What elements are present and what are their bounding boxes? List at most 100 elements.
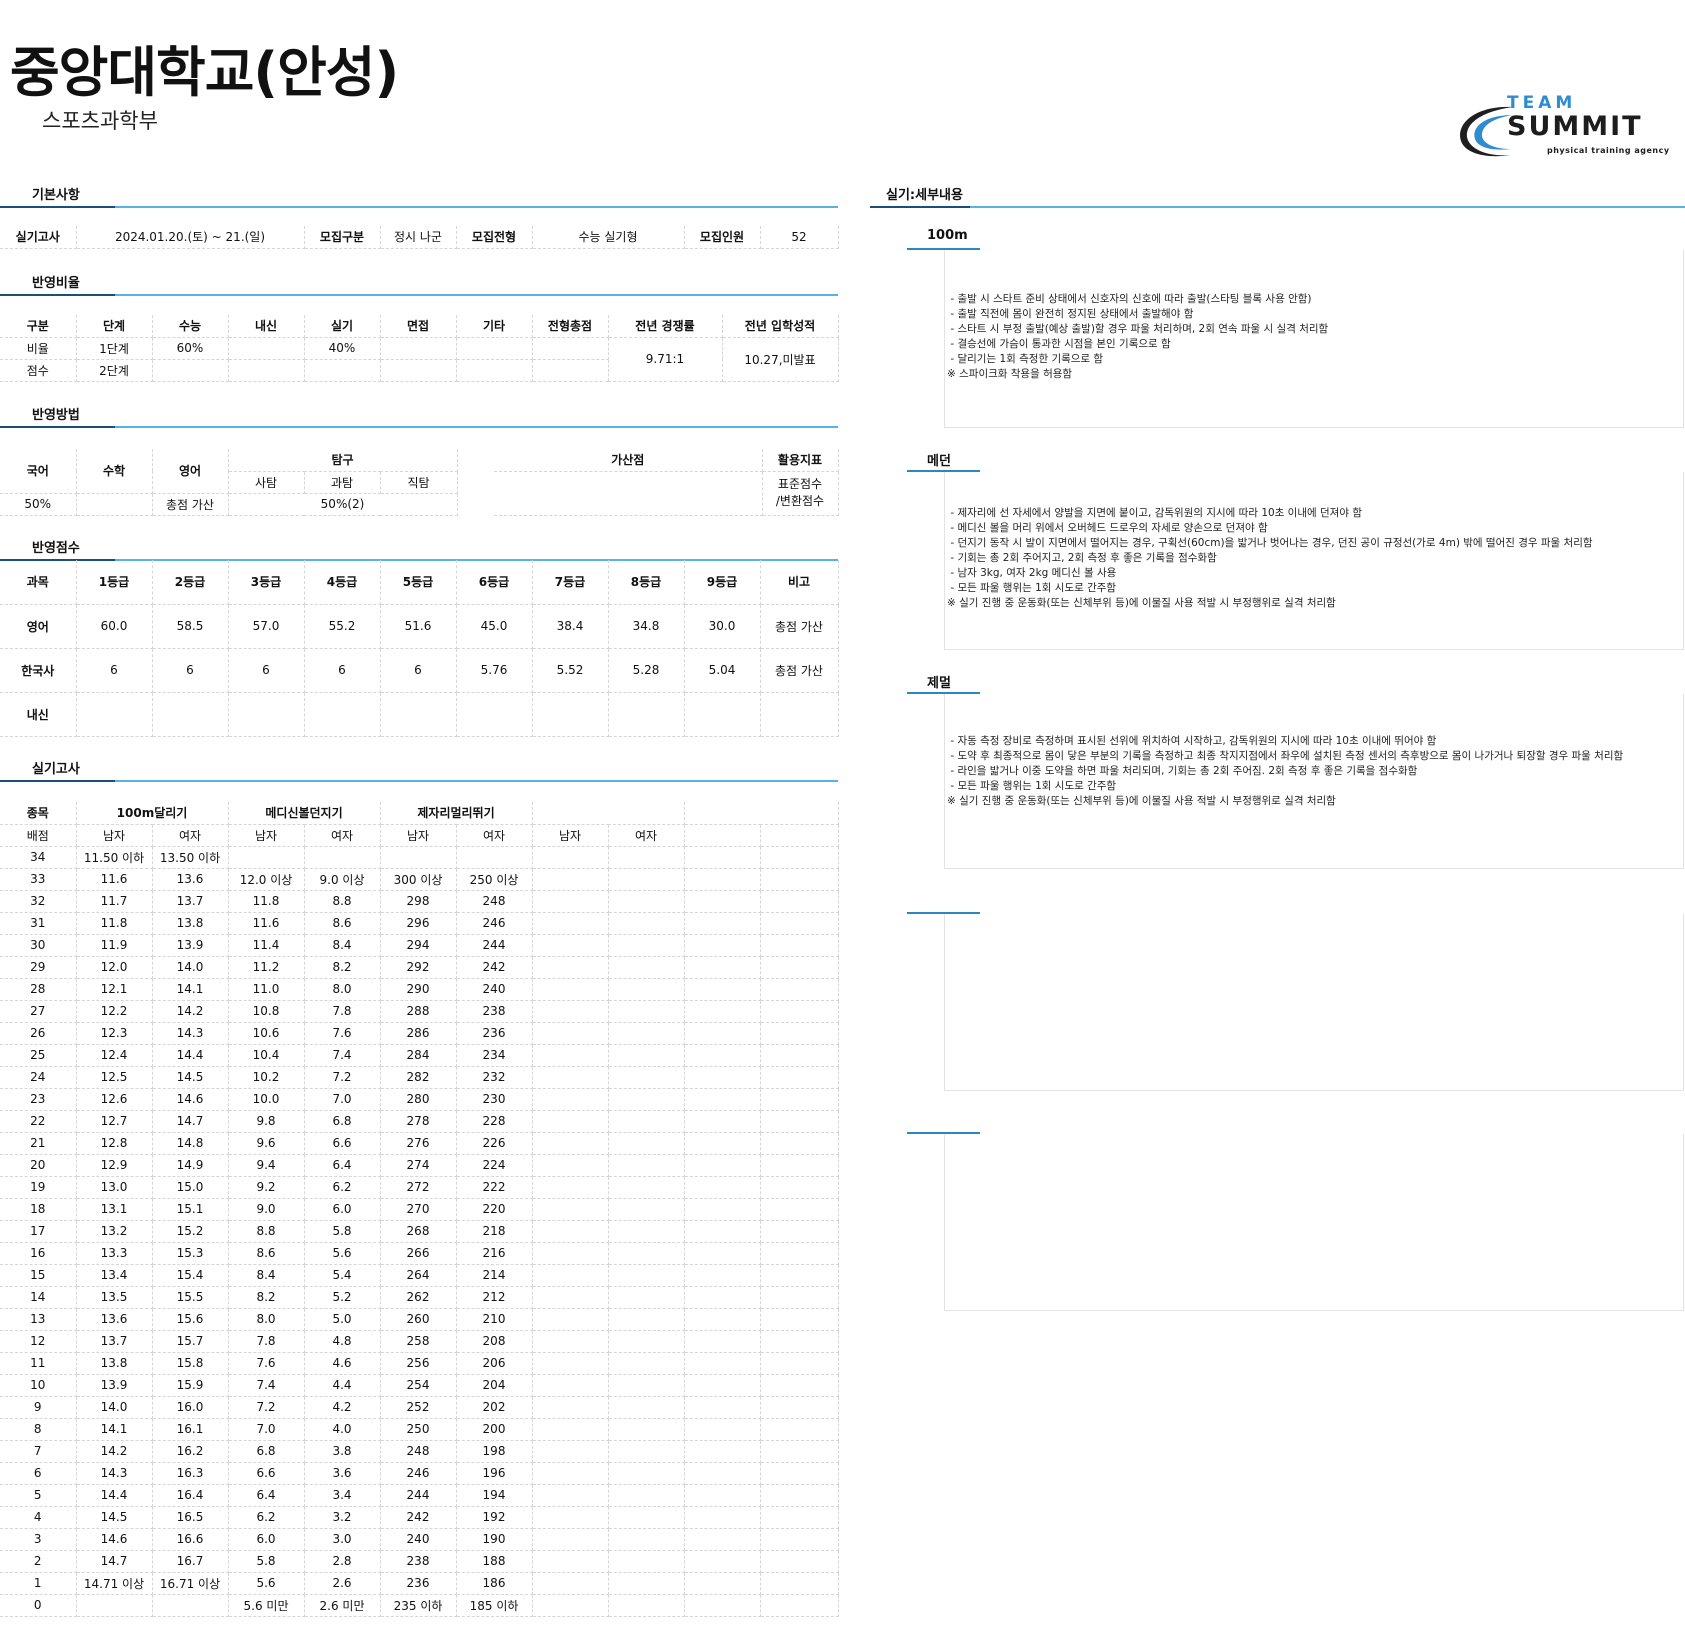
record-cell: 16.4 — [152, 1484, 229, 1507]
record-cell: 7.8 — [304, 1000, 381, 1023]
empty-cell — [684, 1176, 761, 1199]
record-cell: 13.9 — [152, 934, 229, 957]
practical-row: 22 12.7 14.7 9.8 6.8 278 228 — [0, 1110, 839, 1133]
empty-cell — [608, 1198, 685, 1221]
practical-row: 4 14.5 16.5 6.2 3.2 242 192 — [0, 1506, 839, 1529]
score-cell: 55.2 — [304, 604, 381, 649]
record-cell: 6.2 — [304, 1176, 381, 1199]
empty-cell — [760, 1044, 839, 1067]
practical-row: 29 12.0 14.0 11.2 8.2 292 242 — [0, 956, 839, 979]
points-cell: 25 — [0, 1044, 77, 1067]
record-cell: 14.1 — [76, 1418, 153, 1441]
record-cell: 278 — [380, 1110, 457, 1133]
empty-cell — [608, 1154, 685, 1177]
record-cell: 10.6 — [228, 1022, 305, 1045]
empty-cell — [608, 890, 685, 913]
exam-label: 실기고사 — [0, 226, 77, 249]
empty-cell — [684, 1000, 761, 1023]
record-cell: 8.0 — [228, 1308, 305, 1331]
record-cell: 294 — [380, 934, 457, 957]
record-cell: 14.6 — [152, 1088, 229, 1111]
empty-cell — [608, 912, 685, 935]
detail-header-medicine-ball: 메던 — [907, 446, 980, 472]
record-cell: 252 — [380, 1396, 457, 1419]
empty-cell — [684, 1220, 761, 1243]
points-cell: 29 — [0, 956, 77, 979]
score-cell — [76, 692, 153, 737]
empty-cell — [760, 1572, 839, 1595]
record-cell: 12.9 — [76, 1154, 153, 1177]
record-cell: 13.0 — [76, 1176, 153, 1199]
record-cell: 7.8 — [228, 1330, 305, 1353]
swoosh-icon — [1460, 106, 1513, 157]
empty-cell — [532, 1088, 609, 1111]
empty-cell — [684, 1528, 761, 1551]
ratio-cell — [456, 337, 533, 360]
empty-cell — [760, 1484, 839, 1507]
empty-cell — [684, 1550, 761, 1573]
points-cell: 7 — [0, 1440, 77, 1463]
empty-cell — [532, 1286, 609, 1309]
empty-cell — [608, 1044, 685, 1067]
ratio-header-cell: 기타 — [456, 315, 533, 338]
practical-row: 21 12.8 14.8 9.6 6.6 276 226 — [0, 1132, 839, 1155]
ratio-row-1: 비율 1단계 60% 40% 9.71:1 10.27,미발표 — [0, 337, 839, 382]
points-cell: 21 — [0, 1132, 77, 1155]
record-cell: 6.0 — [228, 1528, 305, 1551]
record-cell: 11.50 이하 — [76, 846, 153, 869]
record-cell: 7.2 — [304, 1066, 381, 1089]
record-cell: 8.0 — [304, 978, 381, 1001]
empty-cell — [608, 1264, 685, 1287]
empty-cell — [684, 1572, 761, 1595]
score-header-cell: 8등급 — [608, 560, 685, 605]
empty-cell — [532, 1506, 609, 1529]
record-cell: 4.4 — [304, 1374, 381, 1397]
detail-text: - 자동 측정 장비로 측정하며 표시된 선위에 위치하여 시작하고, 감독위원… — [947, 735, 1624, 807]
record-cell: 4.6 — [304, 1352, 381, 1375]
score-header-cell: 4등급 — [304, 560, 381, 605]
record-cell: 188 — [456, 1550, 533, 1573]
record-cell: 5.6 — [228, 1572, 305, 1595]
record-cell: 13.3 — [76, 1242, 153, 1265]
empty-cell — [532, 1550, 609, 1573]
empty-cell — [760, 934, 839, 957]
empty-cell — [684, 1396, 761, 1419]
record-cell: 6.4 — [304, 1154, 381, 1177]
record-cell: 288 — [380, 1000, 457, 1023]
points-cell: 11 — [0, 1352, 77, 1375]
record-cell: 14.3 — [152, 1022, 229, 1045]
empty-cell — [608, 868, 685, 891]
basic-info-table: 실기고사 2024.01.20.(토) ~ 21.(일) 모집구분 정시 나군 … — [0, 226, 839, 249]
empty-cell — [532, 1330, 609, 1353]
method-social-header: 사탐 — [228, 471, 305, 494]
empty-cell — [608, 1440, 685, 1463]
empty-cell — [760, 1396, 839, 1419]
practical-row: 8 14.1 16.1 7.0 4.0 250 200 — [0, 1418, 839, 1441]
empty-cell — [532, 934, 609, 957]
record-cell: 14.7 — [152, 1110, 229, 1133]
empty-cell — [532, 1528, 609, 1551]
section-method-title: 반영방법 — [32, 408, 80, 423]
record-cell: 198 — [456, 1440, 533, 1463]
record-cell: 186 — [456, 1572, 533, 1595]
detail-box-100m: - 출발 시 스타트 준비 상태에서 신호자의 신호에 따라 출발(스타팅 블록… — [944, 250, 1684, 428]
points-cell: 8 — [0, 1418, 77, 1441]
score-subject: 영어 — [0, 604, 77, 649]
record-cell: 10.4 — [228, 1044, 305, 1067]
points-cell: 1 — [0, 1572, 77, 1595]
record-cell: 16.5 — [152, 1506, 229, 1529]
record-cell: 14.2 — [76, 1440, 153, 1463]
method-english-header: 영어 — [152, 449, 229, 494]
quota-label: 모집인원 — [684, 226, 761, 249]
record-cell: 8.6 — [228, 1242, 305, 1265]
empty-cell — [532, 1352, 609, 1375]
empty-cell — [608, 1462, 685, 1485]
record-cell: 6.6 — [228, 1462, 305, 1485]
points-cell: 5 — [0, 1484, 77, 1507]
record-cell: 14.71 이상 — [76, 1572, 153, 1595]
record-cell: 3.0 — [304, 1528, 381, 1551]
record-cell: 234 — [456, 1044, 533, 1067]
ratio-header-cell: 전년 입학성적 — [722, 315, 839, 338]
empty-cell — [532, 1132, 609, 1155]
record-cell: 7.0 — [304, 1088, 381, 1111]
